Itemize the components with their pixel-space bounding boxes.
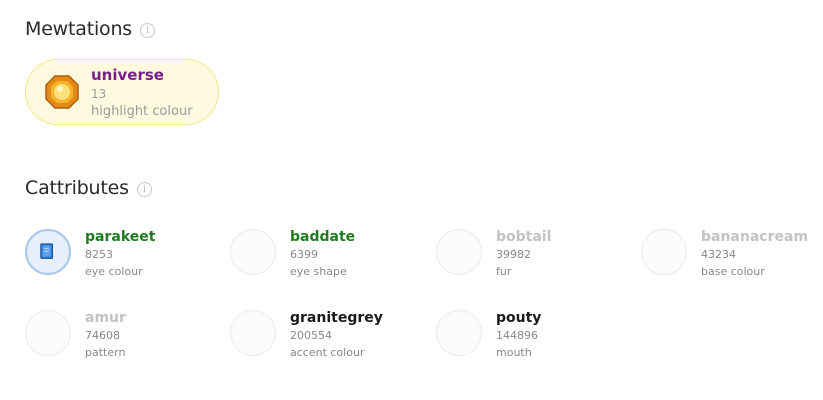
- cattribute-count: 200554: [290, 329, 332, 342]
- gem-icon: [45, 75, 79, 109]
- mewtation-count: 13: [91, 87, 107, 101]
- mewtation-type: highlight colour: [91, 104, 193, 119]
- cattribute-amur[interactable]: amur 74608 pattern: [25, 310, 215, 360]
- cattribute-count: 144896: [496, 329, 538, 342]
- cattribute-granitegrey[interactable]: granitegrey 200554 accent colour: [230, 310, 420, 360]
- cattribute-icon-circle: [436, 229, 482, 275]
- cattribute-parakeet[interactable]: parakeet 8253 eye colour: [25, 229, 215, 279]
- mewtation-universe[interactable]: universe 13 highlight colour: [25, 59, 219, 125]
- cattribute-icon-circle: [436, 310, 482, 356]
- cattribute-type: accent colour: [290, 346, 365, 359]
- cattribute-type: pattern: [85, 346, 126, 359]
- mewtation-name: universe: [91, 66, 164, 84]
- mewtations-heading: Mewtations i: [25, 18, 156, 40]
- cattribute-name: baddate: [290, 229, 356, 245]
- cattribute-name: amur: [85, 310, 126, 326]
- cattributes-heading: Cattributes i: [25, 177, 152, 199]
- cattribute-icon-circle: [641, 229, 687, 275]
- cattribute-bobtail[interactable]: bobtail 39982 fur: [436, 229, 626, 279]
- cattribute-count: 8253: [85, 248, 113, 261]
- cattribute-name: granitegrey: [290, 310, 383, 326]
- cattribute-count: 74608: [85, 329, 120, 342]
- cattribute-type: mouth: [496, 346, 532, 359]
- cattribute-type: base colour: [701, 265, 765, 278]
- cattribute-name: pouty: [496, 310, 542, 326]
- cattribute-icon-circle: [230, 310, 276, 356]
- book-icon: [40, 243, 54, 259]
- cattribute-name: bananacream: [701, 229, 809, 245]
- cattribute-icon-circle: [230, 229, 276, 275]
- cattribute-type: eye colour: [85, 265, 143, 278]
- cattribute-type: eye shape: [290, 265, 347, 278]
- cattribute-pouty[interactable]: pouty 144896 mouth: [436, 310, 626, 360]
- cattribute-type: fur: [496, 265, 512, 278]
- mewtations-title: Mewtations: [25, 18, 133, 40]
- cattribute-count: 39982: [496, 248, 531, 261]
- info-icon[interactable]: i: [140, 23, 156, 38]
- cattribute-name: bobtail: [496, 229, 552, 245]
- cattribute-baddate[interactable]: baddate 6399 eye shape: [230, 229, 420, 279]
- cattribute-count: 43234: [701, 248, 736, 261]
- cattribute-bananacream[interactable]: bananacream 43234 base colour: [641, 229, 823, 279]
- cattribute-icon-circle: [25, 229, 71, 275]
- cattribute-icon-circle: [25, 310, 71, 356]
- cattribute-count: 6399: [290, 248, 318, 261]
- info-icon[interactable]: i: [136, 182, 152, 197]
- cattributes-title: Cattributes: [25, 177, 129, 199]
- cattribute-name: parakeet: [85, 229, 156, 245]
